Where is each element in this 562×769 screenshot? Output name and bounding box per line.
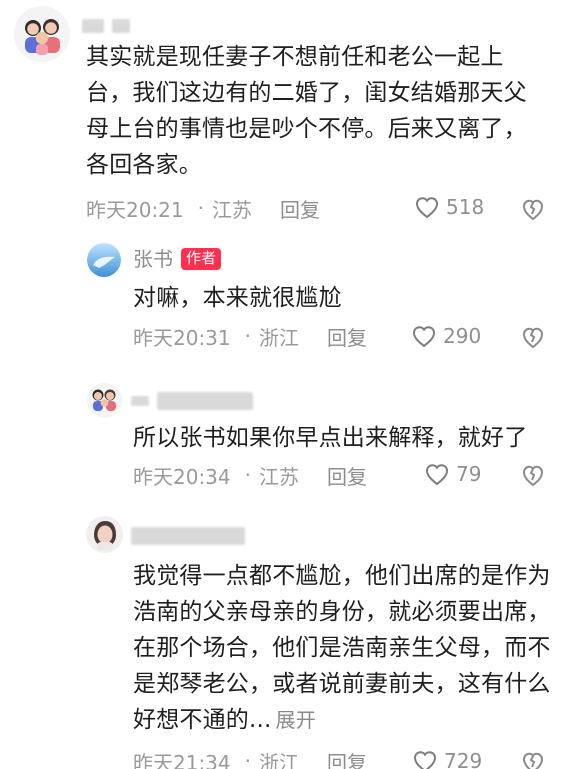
meta-separator: · <box>244 463 251 487</box>
comment-text: 其实就是现任妻子不想前任和老公一起上台，我们这边有的二婚了，闺女结婚那天父母上台… <box>86 44 527 178</box>
avatar[interactable] <box>14 6 70 62</box>
meta-separator: · <box>244 324 251 348</box>
comment-time: 昨天20:31 <box>133 325 231 350</box>
avatar[interactable] <box>86 516 123 553</box>
blurred-username <box>131 527 245 545</box>
blurred-username <box>157 392 253 410</box>
comment-author-row <box>131 387 253 415</box>
comment-meta: 昨天20:31 · 浙江 回复 <box>133 321 367 351</box>
heart-outline-icon <box>425 464 449 486</box>
author-badge: 作者 <box>181 248 222 270</box>
comment-time: 昨天21:34 <box>133 750 231 769</box>
comment-location: 浙江 <box>259 750 299 769</box>
comment-meta: 昨天20:34 · 江苏 回复 <box>133 460 367 490</box>
like-button[interactable]: 79 <box>424 462 481 486</box>
avatar[interactable] <box>87 243 121 277</box>
comment-location: 江苏 <box>259 464 299 489</box>
reply-item: 我觉得一点都不尴尬，他们出席的是作为浩南的父亲母亲的身份，就必须要出席，在那个场… <box>0 510 562 769</box>
comment-meta: 昨天20:21 · 江苏 回复 <box>86 193 320 223</box>
comment-time: 昨天20:34 <box>133 464 231 489</box>
heart-outline-icon <box>412 326 436 348</box>
comment-text-body: 我觉得一点都不尴尬，他们出席的是作为浩南的父亲母亲的身份，就必须要出席，在那个场… <box>133 563 551 733</box>
comment-author-row <box>131 522 245 550</box>
reply-button[interactable]: 回复 <box>327 461 367 490</box>
like-button[interactable]: 729 <box>412 749 482 769</box>
comment-thread: 其实就是现任妻子不想前任和老公一起上台，我们这边有的二婚了，闺女结婚那天父母上台… <box>0 0 562 769</box>
comment-item: 其实就是现任妻子不想前任和老公一起上台，我们这边有的二婚了，闺女结婚那天父母上台… <box>0 0 562 223</box>
reply-button[interactable]: 回复 <box>327 747 367 769</box>
username[interactable]: 张书 <box>133 249 173 269</box>
blurred-username <box>131 396 149 406</box>
expand-link[interactable]: 展开 <box>276 708 316 732</box>
like-button[interactable]: 290 <box>411 324 481 348</box>
like-count: 729 <box>444 749 483 769</box>
reply-item: 张书 作者 对嘛，本来就很尴尬 昨天20:31 · 浙江 回复 290 <box>0 235 562 355</box>
reply-button[interactable]: 回复 <box>280 194 320 223</box>
meta-separator: · <box>197 196 204 220</box>
heart-outline-icon <box>413 751 437 769</box>
like-button[interactable]: 518 <box>414 195 484 219</box>
comment-time: 昨天20:21 <box>86 197 184 222</box>
comment-location: 江苏 <box>212 197 252 222</box>
broken-heart-icon[interactable] <box>520 462 546 488</box>
broken-heart-icon[interactable] <box>520 196 546 222</box>
reply-item: 所以张书如果你早点出来解释，就好了 昨天20:34 · 江苏 回复 79 <box>0 375 562 505</box>
heart-outline-icon <box>415 197 439 219</box>
blurred-username <box>82 19 104 33</box>
avatar[interactable] <box>87 383 122 418</box>
comment-text: 对嘛，本来就很尴尬 <box>133 285 342 311</box>
like-count: 518 <box>446 195 485 219</box>
comment-text: 所以张书如果你早点出来解释，就好了 <box>133 425 528 451</box>
comment-author-row: 张书 作者 <box>133 245 222 273</box>
like-count: 79 <box>456 462 482 486</box>
comment-meta: 昨天21:34 · 浙江 回复 <box>133 746 367 769</box>
like-count: 290 <box>443 324 482 348</box>
blurred-username <box>112 19 130 33</box>
reply-button[interactable]: 回复 <box>327 322 367 351</box>
broken-heart-icon[interactable] <box>520 324 546 350</box>
comment-text: 我觉得一点都不尴尬，他们出席的是作为浩南的父亲母亲的身份，就必须要出席，在那个场… <box>133 558 553 738</box>
meta-separator: · <box>244 749 251 769</box>
comment-author-row <box>82 12 130 40</box>
broken-heart-icon[interactable] <box>520 749 546 769</box>
comment-location: 浙江 <box>259 325 299 350</box>
